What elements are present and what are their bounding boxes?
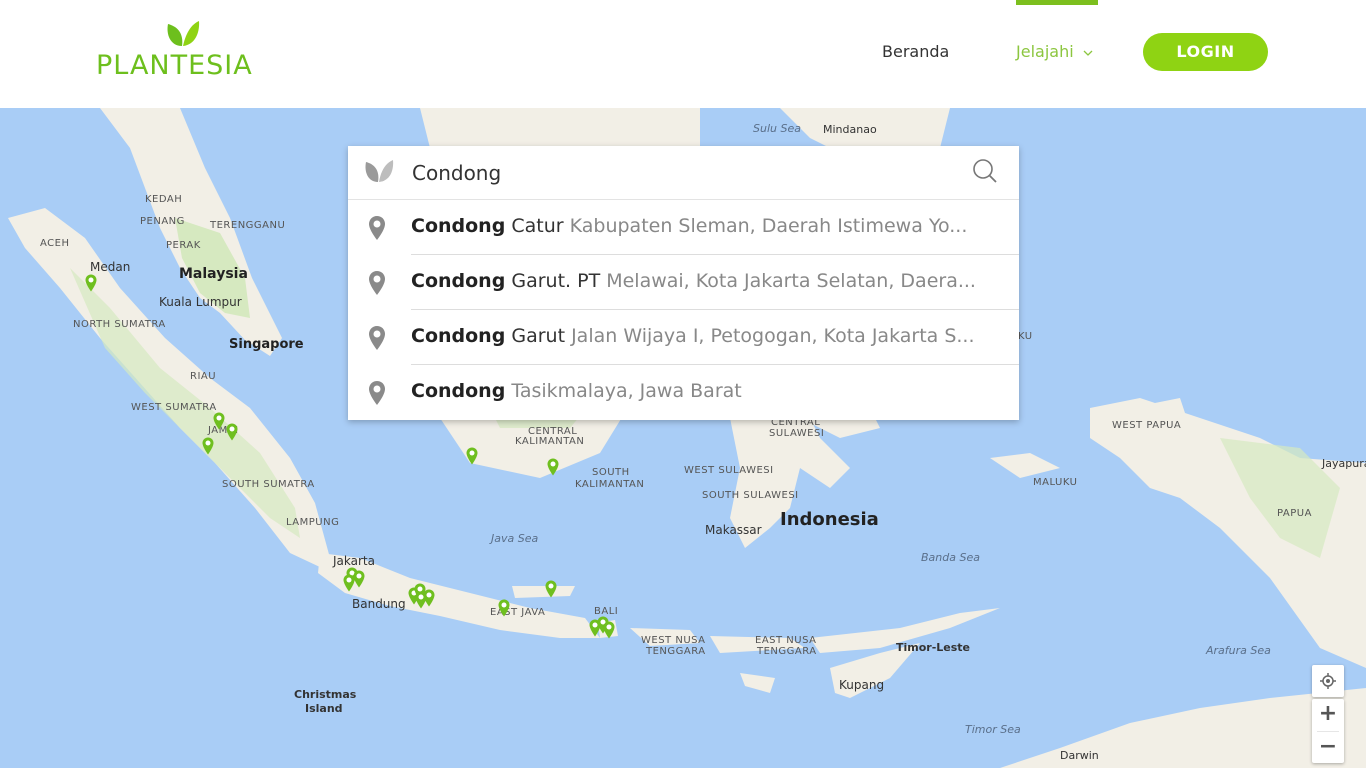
- suggestion-match: Condong: [411, 380, 506, 402]
- search-panel: Condong Catur Kabupaten Sleman, Daerah I…: [348, 146, 1019, 420]
- suggestion-text: Condong Garut. PT Melawai, Kota Jakarta …: [411, 270, 999, 292]
- map-label: KU: [1018, 331, 1033, 342]
- nav-explore-label: Jelajahi: [1016, 42, 1074, 61]
- suggestion-text: Condong Catur Kabupaten Sleman, Daerah I…: [411, 215, 999, 237]
- plant-marker-icon[interactable]: [415, 591, 427, 609]
- map-label: SULAWESI: [769, 428, 825, 439]
- map-label: Jayapura: [1322, 457, 1366, 470]
- map-label: KALIMANTAN: [515, 436, 585, 447]
- map-label: WEST PAPUA: [1112, 420, 1182, 431]
- plant-marker-icon[interactable]: [202, 437, 214, 455]
- map-label: Mindanao: [823, 123, 877, 136]
- map-label: WEST SUMATRA: [131, 402, 217, 413]
- map-label: Arafura Sea: [1206, 644, 1271, 657]
- suggestion-item[interactable]: Condong Catur Kabupaten Sleman, Daerah I…: [348, 200, 1019, 255]
- suggestion-name: Garut. PT: [511, 270, 601, 292]
- map-label: Timor Sea: [965, 723, 1021, 736]
- map-label: SOUTH SUMATRA: [222, 479, 315, 490]
- map-label: Sulu Sea: [753, 122, 801, 135]
- map-label: MALUKU: [1033, 477, 1078, 488]
- suggestion-text: Condong Garut Jalan Wijaya I, Petogogan,…: [411, 325, 999, 347]
- map-label: Timor-Leste: [896, 641, 971, 654]
- map-label: Indonesia: [780, 509, 879, 530]
- map-pin-icon: [369, 216, 385, 240]
- leaf-logo-icon: [167, 21, 200, 46]
- map-label: KALIMANTAN: [575, 479, 645, 490]
- map-label: ACEH: [40, 238, 70, 249]
- map-label: PERAK: [166, 240, 201, 251]
- map-label: KEDAH: [145, 194, 183, 205]
- map-label: PENANG: [140, 216, 185, 227]
- chevron-down-icon: [1083, 50, 1093, 56]
- search-input[interactable]: [410, 156, 954, 190]
- nav-home-link[interactable]: Beranda: [882, 42, 949, 61]
- map-label: EAST NUSA: [755, 635, 817, 646]
- map-label: TERENGGANU: [210, 220, 286, 231]
- suggestion-name: Garut: [511, 325, 566, 347]
- map-label: Singapore: [229, 337, 304, 352]
- zoom-in-button[interactable]: +: [1312, 699, 1344, 731]
- map-label: Medan: [90, 260, 131, 274]
- map-label: TENGGARA: [646, 646, 706, 657]
- search-icon[interactable]: [972, 158, 998, 184]
- crosshair-icon: [1320, 673, 1336, 689]
- map-pin-icon: [369, 326, 385, 350]
- map-label: WEST SULAWESI: [684, 465, 774, 476]
- plant-marker-icon[interactable]: [213, 412, 225, 430]
- suggestion-place: Jalan Wijaya I, Petogogan, Kota Jakarta …: [571, 325, 975, 347]
- brand-name: PLANTESIA: [96, 50, 253, 81]
- map-label: Christmas: [294, 688, 357, 701]
- plant-marker-icon[interactable]: [466, 447, 478, 465]
- site-header: PLANTESIA Beranda Jelajahi LOGIN: [0, 0, 1366, 108]
- suggestion-text: Condong Tasikmalaya, Jawa Barat: [411, 380, 999, 402]
- zoom-control: + −: [1312, 699, 1344, 763]
- map-label: RIAU: [190, 371, 217, 382]
- nav-explore-link[interactable]: Jelajahi: [1016, 42, 1093, 61]
- suggestion-match: Condong: [411, 215, 506, 237]
- map-label: WEST NUSA: [641, 635, 706, 646]
- leaf-icon: [365, 160, 394, 182]
- suggestion-item[interactable]: Condong Tasikmalaya, Jawa Barat: [348, 365, 1019, 420]
- suggestion-name: Catur: [511, 215, 564, 237]
- map-label: Kupang: [839, 678, 885, 692]
- map-label: TENGGARA: [757, 646, 817, 657]
- plant-marker-icon[interactable]: [226, 423, 238, 441]
- map-label: PAPUA: [1277, 508, 1312, 519]
- brand-logo[interactable]: PLANTESIA: [96, 18, 268, 82]
- map-pin-icon: [369, 381, 385, 405]
- suggestion-place: Kabupaten Sleman, Daerah Istimewa Yo...: [569, 215, 968, 237]
- plant-marker-icon[interactable]: [547, 458, 559, 476]
- nav-active-indicator: [1016, 0, 1098, 5]
- plant-marker-icon[interactable]: [498, 599, 510, 617]
- map-label: SOUTH: [592, 467, 630, 478]
- map-label: Jakarta: [333, 554, 375, 568]
- suggestion-place: Tasikmalaya, Jawa Barat: [511, 380, 742, 402]
- suggestion-place: Melawai, Kota Jakarta Selatan, Daera...: [606, 270, 976, 292]
- map-label: Makassar: [705, 523, 762, 537]
- map-label: SOUTH SULAWESI: [702, 490, 799, 501]
- map-label: NORTH SUMATRA: [73, 319, 166, 330]
- suggestion-match: Condong: [411, 325, 506, 347]
- suggestion-item[interactable]: Condong Garut. PT Melawai, Kota Jakarta …: [348, 255, 1019, 310]
- my-location-button[interactable]: [1312, 665, 1344, 697]
- map-label: Bandung: [352, 597, 406, 611]
- plant-marker-icon[interactable]: [343, 574, 355, 592]
- login-button[interactable]: LOGIN: [1143, 33, 1268, 71]
- map-pin-icon: [369, 271, 385, 295]
- zoom-out-button[interactable]: −: [1312, 732, 1344, 764]
- plant-marker-icon[interactable]: [85, 274, 97, 292]
- suggestion-match: Condong: [411, 270, 506, 292]
- map-label: Malaysia: [179, 266, 248, 282]
- map-label: Island: [305, 702, 343, 715]
- map-label: Java Sea: [491, 532, 539, 545]
- search-bar: [348, 146, 1019, 200]
- suggestion-item[interactable]: Condong Garut Jalan Wijaya I, Petogogan,…: [348, 310, 1019, 365]
- plant-marker-icon[interactable]: [603, 621, 615, 639]
- map-label: Darwin: [1060, 749, 1099, 762]
- map-label: LAMPUNG: [286, 517, 340, 528]
- map-label: Banda Sea: [921, 551, 980, 564]
- map-label: Kuala Lumpur: [159, 295, 242, 309]
- plant-marker-icon[interactable]: [545, 580, 557, 598]
